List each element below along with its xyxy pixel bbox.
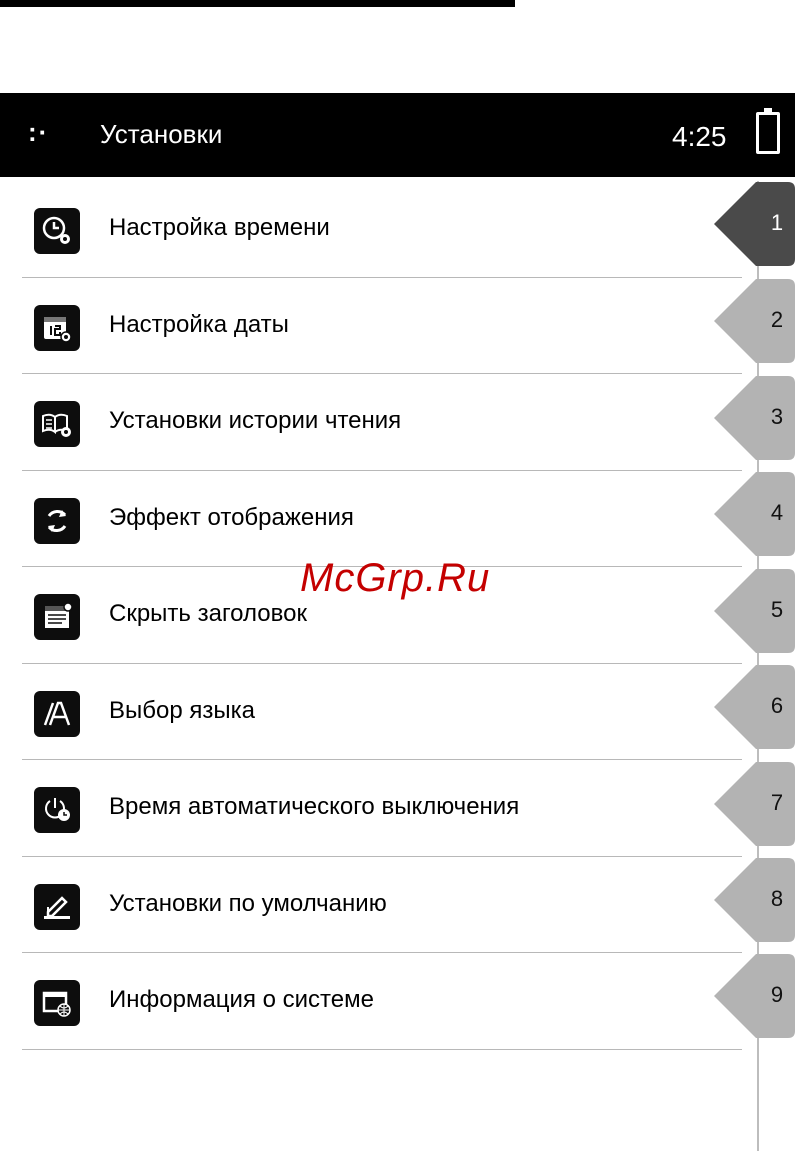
hide-header-icon [34, 594, 80, 640]
row-divider [22, 1048, 742, 1050]
clock: 4:25 [672, 121, 727, 152]
index-tab-number: 7 [770, 790, 784, 815]
index-tab-number: 9 [770, 982, 784, 1007]
calendar-gear-icon [34, 304, 80, 351]
index-tab-3[interactable]: 3 [714, 376, 795, 460]
menu-item-reading-history[interactable]: Установки истории чтения [0, 374, 742, 471]
menu-icon[interactable]: :· [28, 117, 49, 148]
index-tab-5[interactable]: 5 [714, 569, 795, 653]
menu-item-label: Эффект отображения [109, 503, 354, 531]
menu-item-language[interactable]: Выбор языка [0, 664, 742, 760]
status-bar: :· Установки 4:25 [0, 93, 795, 177]
menu-item-label: Установки истории чтения [109, 407, 402, 434]
screen-title: Установки [100, 119, 223, 149]
index-tab-number: 8 [770, 886, 784, 911]
menu-item-auto-power-off[interactable]: Время автоматического выключения [0, 760, 742, 857]
menu-item-label: Настройка времени [109, 214, 330, 241]
index-tab-7[interactable]: 7 [714, 762, 795, 846]
menu-item-time-settings[interactable]: Настройка времени [0, 181, 742, 278]
refresh-icon [34, 497, 80, 544]
index-tab-1[interactable]: 1 [714, 182, 795, 266]
index-tab-4[interactable]: 4 [714, 472, 795, 556]
menu-item-display-effect[interactable]: Эффект отображения [0, 471, 742, 567]
menu-item-label: Установки по умолчанию [109, 889, 387, 917]
index-tab-number: 1 [770, 210, 784, 235]
system-info-icon [34, 980, 80, 1026]
index-tab-2[interactable]: 2 [714, 279, 795, 363]
settings-list: Настройка времени Настройка даты Установ… [0, 181, 742, 1050]
index-tab-number: 6 [770, 693, 784, 718]
index-tab-number: 3 [770, 404, 784, 429]
menu-item-label: Выбор языка [109, 696, 255, 724]
defaults-icon [34, 883, 80, 930]
battery-icon [756, 108, 780, 154]
menu-item-label: Время автоматического выключения [109, 793, 520, 820]
book-gear-icon [34, 401, 80, 447]
menu-item-system-info[interactable]: Информация о системе [0, 953, 742, 1050]
index-tab-number: 2 [770, 307, 784, 332]
menu-item-label: Настройка даты [109, 310, 289, 338]
clock-gear-icon [34, 208, 80, 254]
menu-item-date-settings[interactable]: Настройка даты [0, 278, 742, 374]
index-tab-number: 4 [770, 500, 784, 525]
menu-item-label: Скрыть заголовок [109, 600, 307, 627]
auto-power-off-icon [34, 787, 80, 833]
index-tab-9[interactable]: 9 [714, 954, 795, 1038]
menu-item-default-settings[interactable]: Установки по умолчанию [0, 857, 742, 953]
index-tab-number: 5 [770, 597, 784, 622]
index-tab-8[interactable]: 8 [714, 858, 795, 942]
top-edge-bar [0, 0, 515, 7]
language-icon [34, 690, 80, 737]
menu-item-label: Информация о системе [109, 986, 374, 1013]
index-tab-6[interactable]: 6 [714, 665, 795, 749]
watermark: McGrp.Ru [300, 556, 491, 600]
